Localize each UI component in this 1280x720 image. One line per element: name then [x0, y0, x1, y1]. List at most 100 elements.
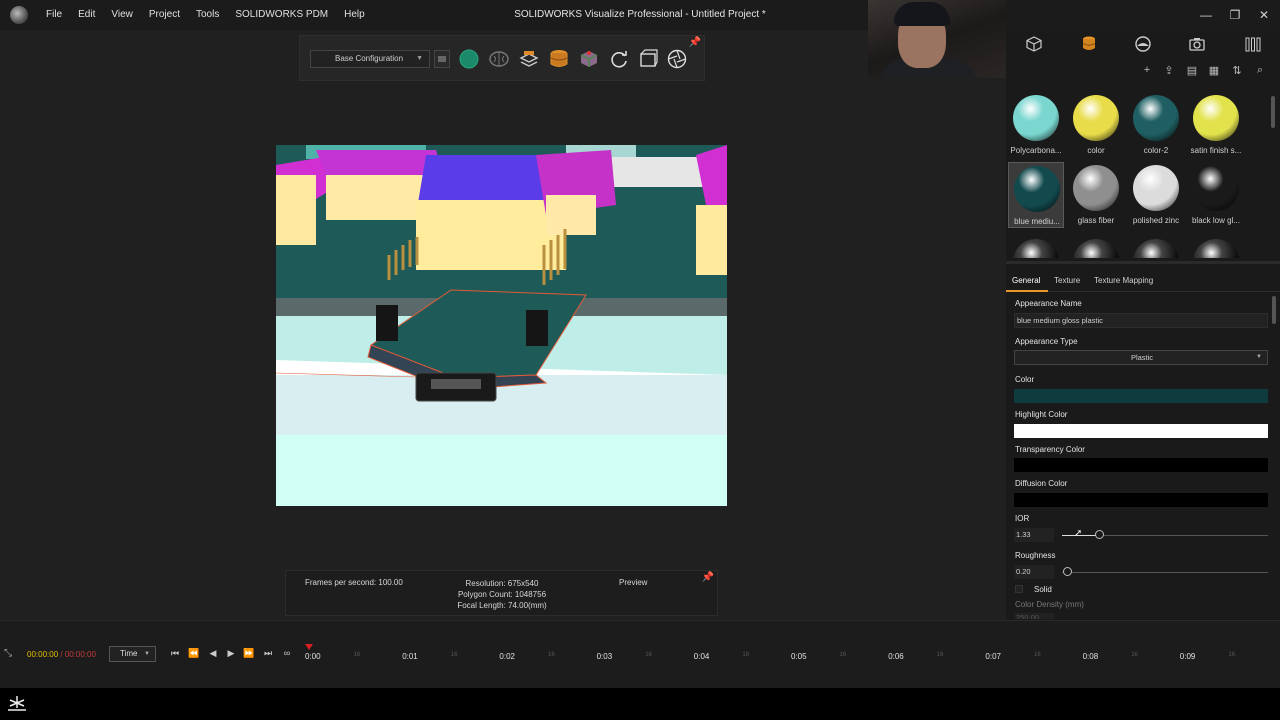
- render-viewport[interactable]: [276, 145, 727, 506]
- menu-tools[interactable]: Tools: [196, 9, 219, 20]
- cube-icon[interactable]: [578, 48, 600, 70]
- appearance-thumbnail[interactable]: black low gl...: [1188, 162, 1244, 228]
- cameras-tab-icon[interactable]: [1188, 35, 1206, 53]
- palette-actions: + ⇪ ▤ ▦ ⇅ ⌕: [1006, 60, 1280, 84]
- appearance-thumbnail[interactable]: blue mediu...: [1008, 162, 1064, 228]
- solidworks-visualize-logo-icon[interactable]: [10, 6, 28, 24]
- split-view-icon[interactable]: ▤: [1185, 64, 1199, 77]
- color-density-input[interactable]: 250.00: [1014, 613, 1054, 619]
- time-separator: /: [58, 650, 65, 659]
- close-button[interactable]: ✕: [1256, 7, 1272, 23]
- minimize-button[interactable]: —: [1198, 7, 1214, 23]
- search-icon[interactable]: ⌕: [1253, 64, 1267, 77]
- focal-length-readout: Focal Length: 74.00(mm): [457, 601, 547, 610]
- appearance-thumbnail[interactable]: polished zinc: [1128, 162, 1184, 228]
- sort-icon[interactable]: ⇅: [1230, 64, 1244, 77]
- resolution-readout: Resolution: 675x540: [465, 579, 539, 588]
- database-icon[interactable]: [548, 48, 570, 70]
- timeline-minor-tick: 16: [353, 652, 361, 658]
- appearances-tab-icon[interactable]: [1080, 35, 1098, 53]
- panel-splitter[interactable]: [1006, 261, 1280, 264]
- ior-input[interactable]: 1.33: [1014, 528, 1054, 542]
- timeline-ruler[interactable]: 0:00 16 0:01 16 0:02 16 0:03 16 0:04 16 0:05 16 0:06…: [305, 642, 1265, 670]
- configuration-dropdown[interactable]: Base Configuration ▼: [310, 50, 430, 68]
- appearance-sphere-icon[interactable]: [1073, 239, 1119, 258]
- ior-slider-handle[interactable]: [1095, 530, 1104, 539]
- brain-icon[interactable]: [488, 48, 510, 70]
- models-tab-icon[interactable]: [1025, 35, 1043, 53]
- roughness-slider-handle[interactable]: [1063, 567, 1072, 576]
- pin-icon[interactable]: 📌: [702, 572, 714, 583]
- appearance-label: color: [1087, 146, 1105, 155]
- webcam-overlay: [868, 0, 1006, 78]
- next-keyframe-icon[interactable]: ⏩: [243, 648, 255, 659]
- appearance-sphere-icon[interactable]: [1193, 239, 1239, 258]
- appearance-thumbnail[interactable]: Polycarbona...: [1008, 92, 1064, 158]
- appearance-label: black low gl...: [1191, 216, 1241, 225]
- configuration-options-button[interactable]: [434, 50, 450, 68]
- render-stats: Resolution: 675x540 Polygon Count: 10487…: [436, 578, 568, 611]
- appearance-sphere-icon[interactable]: [458, 48, 480, 70]
- menu-solidworks-pdm[interactable]: SOLIDWORKS PDM: [235, 9, 328, 20]
- menu-file[interactable]: File: [46, 9, 62, 20]
- menu-help[interactable]: Help: [344, 9, 365, 20]
- step-back-icon[interactable]: ◀: [207, 648, 219, 659]
- appearance-thumbnail[interactable]: satin finish s...: [1188, 92, 1244, 158]
- go-to-start-icon[interactable]: ⏮: [169, 648, 181, 659]
- loop-icon[interactable]: ∞: [281, 648, 293, 658]
- restore-button[interactable]: ❐: [1227, 7, 1243, 23]
- expand-icon[interactable]: ⤡: [4, 648, 12, 659]
- property-tabs: General Texture Texture Mapping: [1006, 268, 1280, 292]
- solid-checkbox[interactable]: [1015, 585, 1023, 593]
- app-taskbar-icon[interactable]: [6, 694, 28, 714]
- viewport-toolbar: Base Configuration ▼ 📌: [299, 35, 705, 81]
- libraries-tab-icon[interactable]: [1244, 35, 1262, 53]
- timeline-tick-label: 0:00: [305, 652, 321, 661]
- previous-keyframe-icon[interactable]: ⏪: [188, 648, 200, 659]
- appearance-thumbnail[interactable]: glass fiber: [1068, 162, 1124, 228]
- appearance-type-dropdown[interactable]: Plastic ▼: [1014, 350, 1268, 365]
- go-to-end-icon[interactable]: ⏭: [262, 648, 274, 659]
- grid-view-icon[interactable]: ▦: [1207, 64, 1221, 77]
- menu-view[interactable]: View: [111, 9, 133, 20]
- pin-icon[interactable]: 📌: [689, 37, 701, 48]
- timeline-mode-dropdown[interactable]: Time ▼: [109, 646, 156, 662]
- properties-scrollbar[interactable]: [1272, 296, 1276, 324]
- appearance-label: satin finish s...: [1190, 146, 1242, 155]
- appearance-sphere-icon[interactable]: [1133, 239, 1179, 258]
- appearance-name-field[interactable]: blue medium gloss plastic: [1014, 313, 1268, 328]
- menu-edit[interactable]: Edit: [78, 9, 95, 20]
- roughness-slider-track[interactable]: [1062, 572, 1268, 573]
- diffusion-color-swatch[interactable]: [1014, 493, 1268, 507]
- timeline-minor-tick: 16: [645, 652, 652, 658]
- appearance-thumbnail[interactable]: color: [1068, 92, 1124, 158]
- environments-tab-icon[interactable]: [1134, 35, 1152, 53]
- appearance-sphere-icon: [1073, 95, 1119, 141]
- appearance-label: polished zinc: [1132, 216, 1180, 225]
- import-icon[interactable]: ⇪: [1162, 64, 1176, 77]
- appearance-thumbnail[interactable]: color-2: [1128, 92, 1184, 158]
- timeline-tick-label: 0:07: [985, 652, 1001, 661]
- current-time: 00:00:00: [27, 650, 59, 659]
- transparency-color-swatch[interactable]: [1014, 458, 1268, 472]
- layers-icon[interactable]: [518, 48, 540, 70]
- timeline-minor-tick: 16: [450, 652, 458, 658]
- add-icon[interactable]: +: [1140, 64, 1154, 76]
- tab-texture-mapping[interactable]: Texture Mapping: [1094, 276, 1153, 285]
- aperture-icon[interactable]: [666, 48, 688, 70]
- appearances-scrollbar[interactable]: [1271, 96, 1275, 128]
- tab-general[interactable]: General: [1012, 276, 1040, 285]
- highlight-color-swatch[interactable]: [1014, 424, 1268, 438]
- menu-project[interactable]: Project: [149, 9, 180, 20]
- timeline-minor-tick: 16: [1131, 652, 1138, 658]
- color-swatch[interactable]: [1014, 389, 1268, 403]
- timeline-mode-value: Time: [120, 649, 138, 658]
- camera-box-icon[interactable]: [637, 48, 659, 70]
- tab-texture[interactable]: Texture: [1054, 276, 1080, 285]
- refresh-icon[interactable]: [608, 48, 630, 70]
- roughness-input[interactable]: 0.20: [1014, 565, 1054, 579]
- appearance-sphere-icon: [1013, 95, 1059, 141]
- play-icon[interactable]: ▶: [225, 648, 237, 659]
- appearance-sphere-icon[interactable]: [1013, 239, 1059, 258]
- appearance-name-label: Appearance Name: [1015, 299, 1082, 308]
